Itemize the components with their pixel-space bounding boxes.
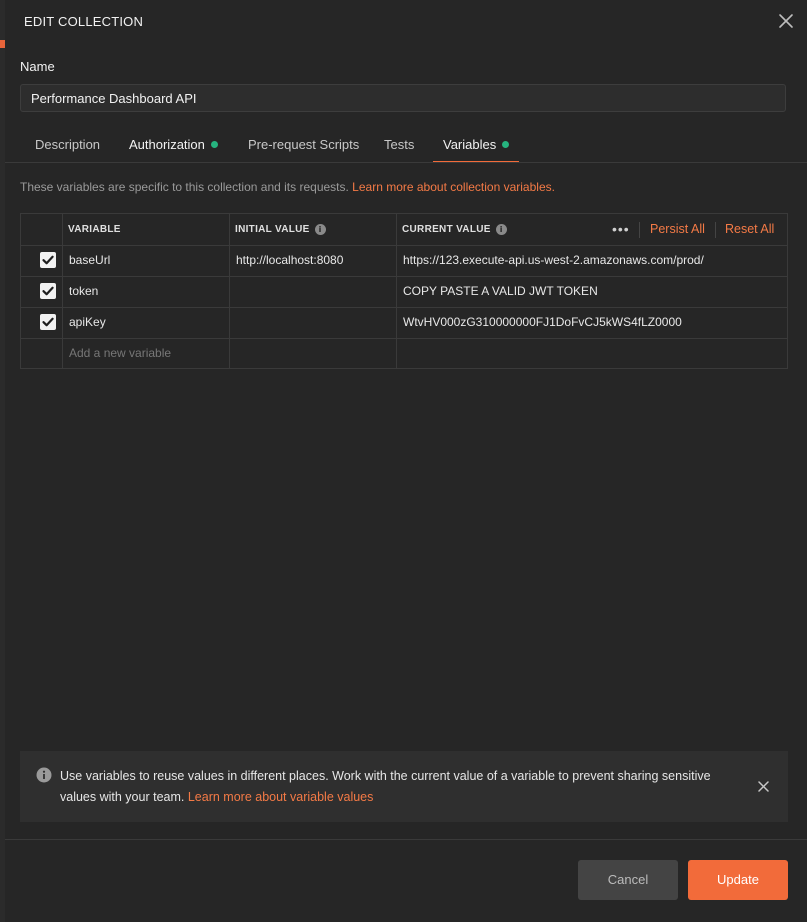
info-circle-icon: [36, 767, 52, 783]
variable-name-cell[interactable]: baseUrl: [69, 245, 110, 276]
tab-divider: [5, 162, 807, 163]
row-checkbox[interactable]: [40, 314, 56, 330]
close-button[interactable]: [775, 10, 797, 32]
row-checkbox[interactable]: [40, 252, 56, 268]
learn-more-variable-values-link[interactable]: Learn more about variable values: [188, 790, 374, 804]
info-icon[interactable]: i: [314, 224, 326, 235]
initial-value-cell[interactable]: http://localhost:8080: [236, 245, 343, 276]
cancel-button[interactable]: Cancel: [578, 860, 678, 900]
checkmark-icon: [42, 286, 54, 296]
learn-more-collection-variables-link[interactable]: Learn more about collection variables.: [352, 180, 555, 194]
description-text: These variables are specific to this col…: [20, 180, 349, 194]
info-banner: Use variables to reuse values in differe…: [20, 751, 788, 822]
header-current-value: CURRENT VALUE i: [402, 214, 507, 245]
name-label: Name: [20, 59, 55, 74]
banner-message: Use variables to reuse values in differe…: [60, 766, 740, 808]
header-separator: [715, 222, 716, 238]
dialog-header: EDIT COLLECTION: [5, 0, 807, 44]
variables-table: VARIABLE INITIAL VALUE i CURRENT VALUE i •…: [20, 213, 788, 369]
info-icon[interactable]: i: [495, 224, 507, 235]
header-current-value-label: CURRENT VALUE: [402, 224, 491, 235]
variable-name-cell[interactable]: token: [69, 276, 98, 307]
dialog-title: EDIT COLLECTION: [24, 14, 144, 29]
table-row: baseUrl http://localhost:8080 https://12…: [21, 245, 787, 277]
tab-tests[interactable]: Tests: [384, 128, 414, 162]
status-dot-icon: [210, 141, 218, 148]
table-row: token COPY PASTE A VALID JWT TOKEN: [21, 276, 787, 308]
tab-label: Pre-request Scripts: [248, 137, 360, 152]
row-checkbox[interactable]: [40, 283, 56, 299]
persist-all-button[interactable]: Persist All: [650, 214, 705, 245]
tab-variables[interactable]: Variables: [432, 128, 520, 163]
tab-authorization[interactable]: Authorization: [129, 128, 218, 162]
dismiss-banner-icon[interactable]: [757, 780, 770, 793]
header-variable: VARIABLE: [68, 224, 121, 235]
more-options-icon[interactable]: •••: [612, 214, 630, 245]
header-initial-value: INITIAL VALUE i: [235, 214, 326, 245]
initial-value-cell[interactable]: [236, 276, 386, 307]
current-value-cell[interactable]: https://123.execute-api.us-west-2.amazon…: [403, 245, 704, 276]
header-initial-value-label: INITIAL VALUE: [235, 224, 310, 235]
edit-collection-dialog: EDIT COLLECTION Name Description Authori…: [5, 0, 807, 922]
tab-label: Description: [35, 137, 101, 152]
reset-all-button[interactable]: Reset All: [725, 214, 774, 245]
add-variable-row: Add a new variable: [21, 338, 787, 369]
current-value-cell[interactable]: COPY PASTE A VALID JWT TOKEN: [403, 276, 598, 307]
checkmark-icon: [42, 255, 54, 265]
close-icon: [779, 14, 793, 28]
name-input[interactable]: [20, 84, 786, 112]
current-value-cell[interactable]: WtvHV000zG310000000FJ1DoFvCJ5kWS4fLZ0000: [403, 307, 682, 338]
update-button[interactable]: Update: [688, 860, 788, 900]
footer-divider: [5, 839, 807, 840]
tab-pre-request-scripts[interactable]: Pre-request Scripts: [248, 128, 359, 162]
tab-label: Variables: [443, 137, 497, 152]
tab-label: Authorization: [129, 137, 205, 152]
header-separator: [639, 222, 640, 238]
tab-bar: Description Authorization Pre-request Sc…: [20, 128, 807, 163]
status-dot-icon: [502, 141, 510, 148]
variable-name-cell[interactable]: apiKey: [69, 307, 106, 338]
add-variable-input[interactable]: Add a new variable: [69, 338, 171, 369]
variables-description: These variables are specific to this col…: [20, 180, 555, 194]
checkmark-icon: [42, 317, 54, 327]
tab-description[interactable]: Description: [35, 128, 100, 162]
table-header-row: VARIABLE INITIAL VALUE i CURRENT VALUE i •…: [21, 214, 787, 246]
table-row: apiKey WtvHV000zG310000000FJ1DoFvCJ5kWS4…: [21, 307, 787, 339]
tab-label: Tests: [384, 137, 415, 152]
banner-text: Use variables to reuse values in differe…: [60, 769, 711, 804]
initial-value-cell[interactable]: [236, 307, 386, 338]
